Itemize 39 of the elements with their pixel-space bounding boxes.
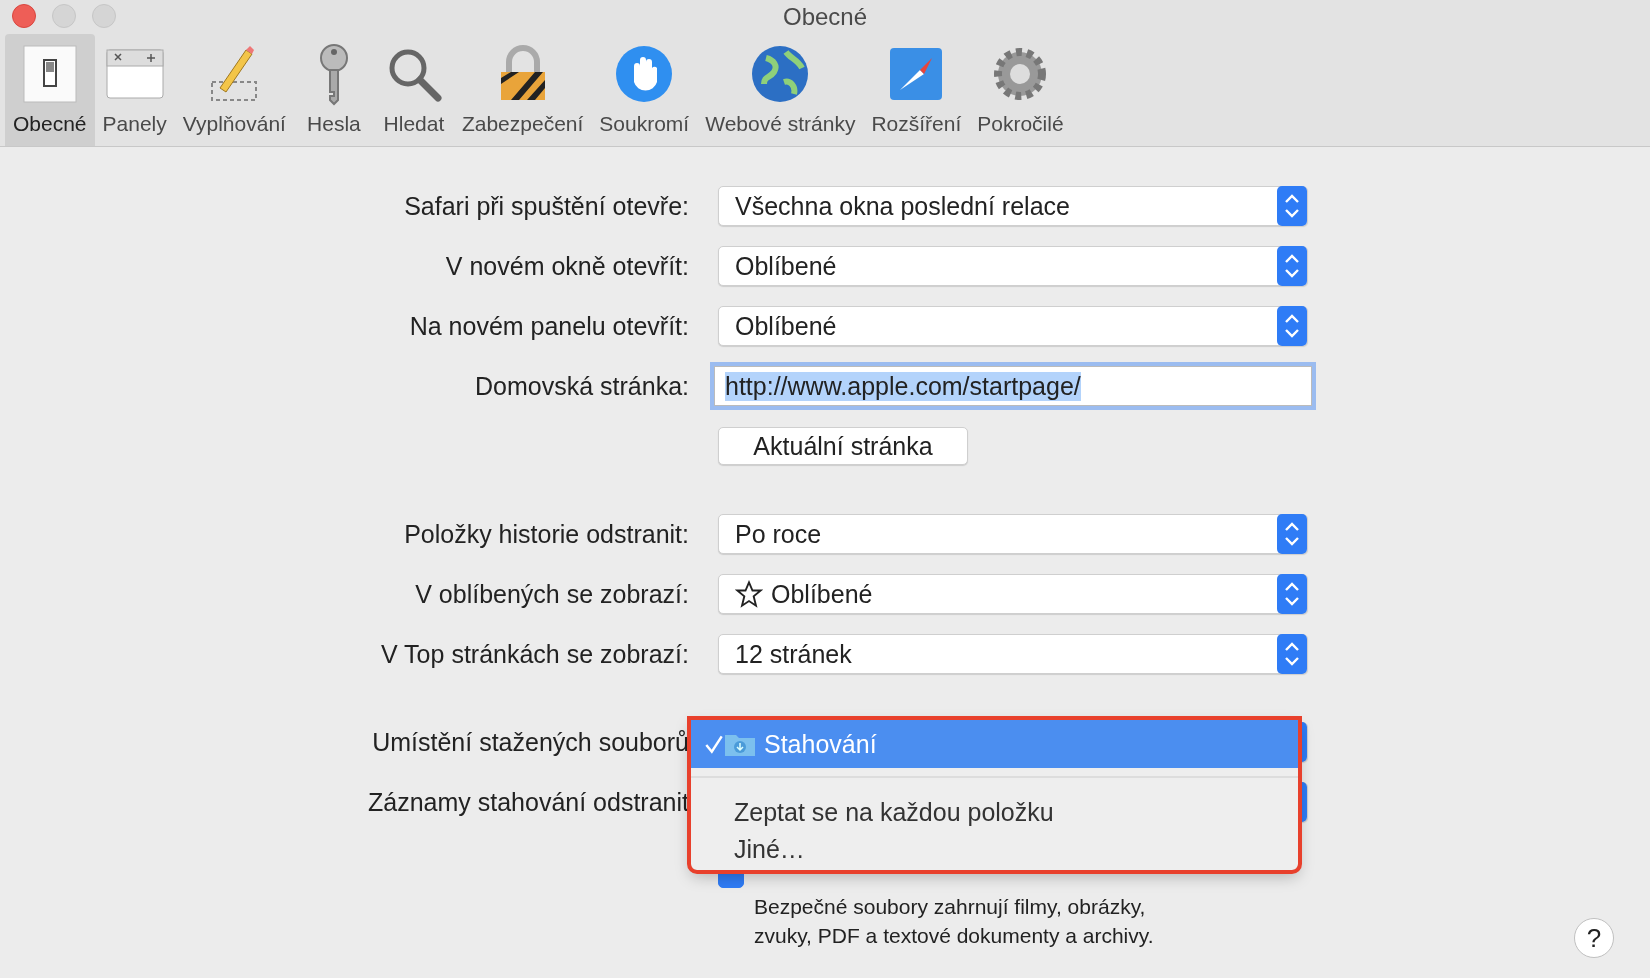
window-title: Obecné [782,3,868,31]
toolbar-tab[interactable]: Obecné [5,34,95,146]
current-page-button[interactable]: Aktuální stránka [718,427,968,465]
field-label: V novém okně otevřít: [445,251,689,280]
field-label: Umístění stažených souborů [372,727,689,756]
toolbar-tab[interactable]: Webové stránky [697,34,864,146]
close-button[interactable] [12,4,36,28]
toolbar-tab[interactable]: Soukromí [591,34,698,146]
toolbar-tab[interactable]: Rozšíření [863,34,970,146]
dropdown[interactable]: 12 stránek [718,634,1308,674]
stepper-icon [1276,186,1308,226]
dropdown[interactable]: Všechna okna poslední relace [718,186,1308,226]
toolbar-tab[interactable]: Zabezpečení [453,34,592,146]
dropdown[interactable]: Po roce [718,514,1308,554]
stepper-icon [1276,574,1308,614]
toolbar-tab[interactable]: Pokročilé [969,34,1072,146]
field-label: Položky historie odstranit: [404,519,689,548]
dropdown[interactable]: Oblíbené [718,574,1308,614]
help-button[interactable]: ? [1574,918,1614,958]
menu-item[interactable]: Jiné… [691,832,1298,866]
toolbar-tab[interactable]: Hesla [293,34,374,146]
stepper-icon [1276,306,1308,346]
field-label: V Top stránkách se zobrazí: [380,639,689,668]
stepper-icon [1276,514,1308,554]
field-label: Domovská stránka: [475,371,689,400]
toolbar-tab[interactable]: Vyplňování [174,34,294,146]
stepper-icon [1276,634,1308,674]
field-label: Safari při spuštění otevře: [404,191,689,220]
toolbar-tab[interactable]: Hledat [373,34,454,146]
field-label: Záznamy stahování odstranit [368,787,689,816]
field-label: Na novém panelu otevřít: [409,311,689,340]
toolbar-tab[interactable]: Panely [94,34,175,146]
dropdown[interactable]: Oblíbené [718,246,1308,286]
description-text: Bezpečné soubory zahrnují filmy, obrázky, zvuky, PDF a textové dokumenty a archivy. [754,894,1154,949]
dropdown[interactable]: Oblíbené [718,306,1308,346]
stepper-icon [1276,246,1308,286]
field-label: V oblíbených se zobrazí: [415,579,689,608]
menu-item[interactable]: Zeptat se na každou položku [691,792,1298,832]
checkmark-icon [703,733,725,755]
